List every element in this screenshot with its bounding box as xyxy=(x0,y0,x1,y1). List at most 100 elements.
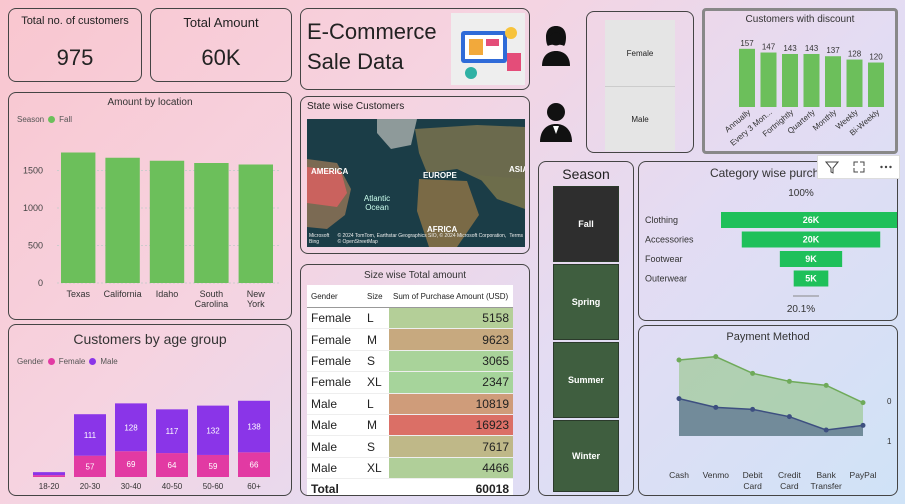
x-tick-label: Credit xyxy=(778,470,801,480)
x-tick-label: Texas xyxy=(66,289,90,299)
season-option-spring[interactable]: Spring xyxy=(553,264,619,340)
more-icon[interactable] xyxy=(879,160,893,174)
discount-bar xyxy=(846,59,863,107)
cell-amount: 16923 xyxy=(389,414,513,437)
data-label-male: 128 xyxy=(124,423,138,432)
kpi-amount-card: Total Amount 60K xyxy=(150,8,292,82)
data-label-female: 66 xyxy=(250,461,259,470)
cell-gender: Male xyxy=(307,414,363,437)
funnel-value-label: 5K xyxy=(805,274,817,284)
bar-south-carolina xyxy=(194,163,229,283)
bar-female-18-20 xyxy=(33,475,65,477)
location-chart: 0 500 1000 1500 Texas California Idaho SouthCar… xyxy=(23,152,279,309)
map-view[interactable]: AMERICA Atlantic Ocean EUROPE ASIA AFRIC… xyxy=(307,119,525,247)
y-tick-label: 1500 xyxy=(23,166,43,176)
male-user-icon[interactable] xyxy=(536,98,576,142)
point-upper xyxy=(713,354,719,360)
data-label: 120 xyxy=(869,53,883,62)
gender-option-male-label: Male xyxy=(631,114,649,124)
season-slicer-title: Season xyxy=(562,166,610,182)
gender-option-female[interactable]: Female xyxy=(605,20,675,86)
kpi-customers-label: Total no. of customers xyxy=(21,15,129,27)
header-gender[interactable]: Gender xyxy=(307,285,363,308)
season-slicer: Season Fall Spring Summer Winter xyxy=(538,161,634,496)
data-label-female: 64 xyxy=(168,461,177,470)
season-option-winter[interactable]: Winter xyxy=(553,420,619,492)
gender-option-female-label: Female xyxy=(626,48,654,58)
cell-gender: Male xyxy=(307,393,363,415)
cell-size: M xyxy=(363,414,389,437)
discount-chart-card: Customers with discount 157 Annually 147 Ev… xyxy=(702,8,898,154)
x-tick-label: York xyxy=(247,299,265,309)
size-table-wrap: Gender Size Sum of Purchase Amount (USD)… xyxy=(307,285,513,495)
size-table-card: Size wise Total amount Gender Size Sum o… xyxy=(300,264,530,496)
x-tick-label: Cash xyxy=(669,470,689,480)
x-tick-label: 30-40 xyxy=(121,482,142,491)
point-upper xyxy=(676,357,682,363)
season-summer-label: Summer xyxy=(567,375,604,385)
cell-amount: 10819 xyxy=(389,393,513,415)
visual-toolbar xyxy=(817,155,900,179)
kpi-amount-label: Total Amount xyxy=(183,15,259,30)
bar-california xyxy=(105,157,140,283)
focus-icon[interactable] xyxy=(852,160,866,174)
cell-size: XL xyxy=(363,457,389,480)
map-terms-link[interactable]: Terms xyxy=(509,233,523,245)
data-label: 137 xyxy=(826,46,840,55)
table-row[interactable]: Female M 9623 xyxy=(307,328,513,351)
y-tick-label: 1000 xyxy=(23,203,43,213)
funnel-value-label: 20K xyxy=(803,235,820,245)
page-title-line1: E-Commerce xyxy=(307,19,437,44)
map-label-europe: EUROPE xyxy=(423,171,457,180)
discount-bar xyxy=(782,54,798,107)
gender-option-male[interactable]: Male xyxy=(605,86,675,151)
bar-new-york xyxy=(238,164,273,283)
data-label-male: 117 xyxy=(166,427,179,436)
header-size[interactable]: Size xyxy=(363,285,389,308)
kpi-customers-value: 975 xyxy=(56,45,94,70)
season-option-summer[interactable]: Summer xyxy=(553,342,619,418)
season-option-fall[interactable]: Fall xyxy=(553,186,619,262)
cell-gender: Female xyxy=(307,328,363,351)
data-label: 143 xyxy=(805,44,819,53)
x-tick-label: California xyxy=(104,289,142,299)
discount-bar xyxy=(739,48,755,107)
gender-slicer: Female Male xyxy=(586,11,694,153)
cell-size: S xyxy=(363,435,389,458)
discount-chart: 157Annually147Every 3 Mon...143Fortnight… xyxy=(723,39,884,148)
cell-size: L xyxy=(363,393,389,415)
x-tick-label: 18-20 xyxy=(39,482,60,491)
total-label: Total xyxy=(307,478,363,495)
funnel-value-label: 26K xyxy=(803,215,820,225)
header-amount[interactable]: Sum of Purchase Amount (USD) xyxy=(389,285,513,308)
map-label-america: AMERICA xyxy=(311,167,349,176)
point-lower xyxy=(860,422,866,428)
cell-amount: 3065 xyxy=(389,350,513,373)
table-row[interactable]: Female L 5158 xyxy=(307,307,513,330)
table-row[interactable]: Female XL 2347 xyxy=(307,371,513,394)
table-row[interactable]: Male M 16923 xyxy=(307,414,513,437)
data-label: 128 xyxy=(848,50,862,59)
point-upper xyxy=(823,382,829,388)
x-tick-label: New xyxy=(247,289,266,299)
cell-size: S xyxy=(363,350,389,373)
category-chart-card: Category wise purcha 100% Clothing 26K Acce… xyxy=(638,161,898,321)
discount-bar xyxy=(868,62,884,107)
discount-bar xyxy=(825,56,841,107)
table-row[interactable]: Male S 7617 xyxy=(307,435,513,458)
x-tick-label: Card xyxy=(780,481,799,491)
title-card: E-Commerce Sale Data xyxy=(300,8,530,90)
table-row[interactable]: Male L 10819 xyxy=(307,393,513,415)
bar-male-18-20 xyxy=(33,472,65,476)
female-user-icon[interactable] xyxy=(536,22,576,66)
map-label-ocean: Atlantic Ocean xyxy=(363,194,391,212)
funnel-category-label: Footwear xyxy=(645,254,683,264)
cell-gender: Female xyxy=(307,307,363,330)
point-lower xyxy=(750,406,756,412)
right-axis-label: 0 xyxy=(887,397,892,406)
funnel-category-label: Accessories xyxy=(645,235,694,245)
table-row[interactable]: Female S 3065 xyxy=(307,350,513,373)
table-row[interactable]: Male XL 4466 xyxy=(307,457,513,480)
payment-chart-card: Payment Method 0 1 Cash Venmo Debit Card Credi… xyxy=(638,325,898,496)
filter-icon[interactable] xyxy=(824,160,839,174)
